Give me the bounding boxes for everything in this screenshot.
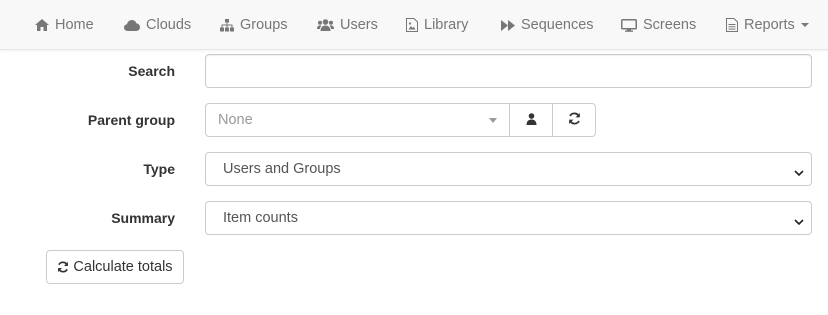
parent-group-value: None — [218, 112, 253, 128]
type-label: Type — [143, 161, 175, 177]
document-icon — [726, 18, 738, 32]
cloud-icon — [124, 19, 140, 31]
home-icon — [35, 19, 49, 31]
fast-forward-icon — [501, 19, 515, 31]
nav-sequences-label: Sequences — [521, 17, 594, 33]
search-label: Search — [128, 63, 175, 79]
summary-select[interactable]: Item counts — [205, 201, 812, 235]
nav-screens-label: Screens — [643, 17, 697, 33]
refresh-icon — [57, 261, 69, 273]
refresh-parent-button[interactable] — [552, 103, 596, 137]
type-value: Users and Groups — [223, 161, 341, 177]
chevron-down-icon — [794, 165, 804, 181]
chevron-down-icon — [794, 214, 804, 230]
summary-label: Summary — [111, 210, 175, 226]
user-icon — [526, 112, 537, 128]
nav-reports-dropdown[interactable]: Reports — [726, 0, 809, 50]
select-user-button[interactable] — [509, 103, 553, 137]
image-file-icon — [406, 18, 418, 32]
summary-value: Item counts — [223, 210, 298, 226]
desktop-icon — [621, 18, 637, 32]
type-select[interactable]: Users and Groups — [205, 152, 812, 186]
chevron-down-icon — [800, 23, 809, 27]
nav-groups-label: Groups — [240, 17, 288, 33]
users-icon — [317, 19, 334, 31]
nav-users-label: Users — [340, 17, 378, 33]
nav-library[interactable]: Library — [406, 0, 468, 50]
refresh-icon — [568, 112, 581, 128]
parent-group-label: Parent group — [87, 112, 175, 128]
nav-reports-label: Reports — [744, 17, 795, 33]
nav-home[interactable]: Home — [35, 0, 94, 50]
parent-group-select[interactable]: None — [205, 103, 510, 137]
calculate-totals-label: Calculate totals — [73, 259, 173, 275]
nav-sequences[interactable]: Sequences — [501, 0, 594, 50]
search-input[interactable] — [205, 54, 812, 88]
nav-screens[interactable]: Screens — [621, 0, 696, 50]
sitemap-icon — [220, 18, 234, 32]
dropdown-arrow-icon — [489, 118, 497, 123]
nav-clouds-label: Clouds — [146, 17, 192, 33]
nav-groups[interactable]: Groups — [220, 0, 288, 50]
top-navbar: Home Clouds Groups Users Library Sequenc… — [0, 0, 828, 50]
nav-library-label: Library — [424, 17, 469, 33]
nav-clouds[interactable]: Clouds — [124, 0, 191, 50]
calculate-totals-button[interactable]: Calculate totals — [46, 250, 184, 284]
nav-home-label: Home — [55, 17, 94, 33]
nav-users[interactable]: Users — [317, 0, 378, 50]
